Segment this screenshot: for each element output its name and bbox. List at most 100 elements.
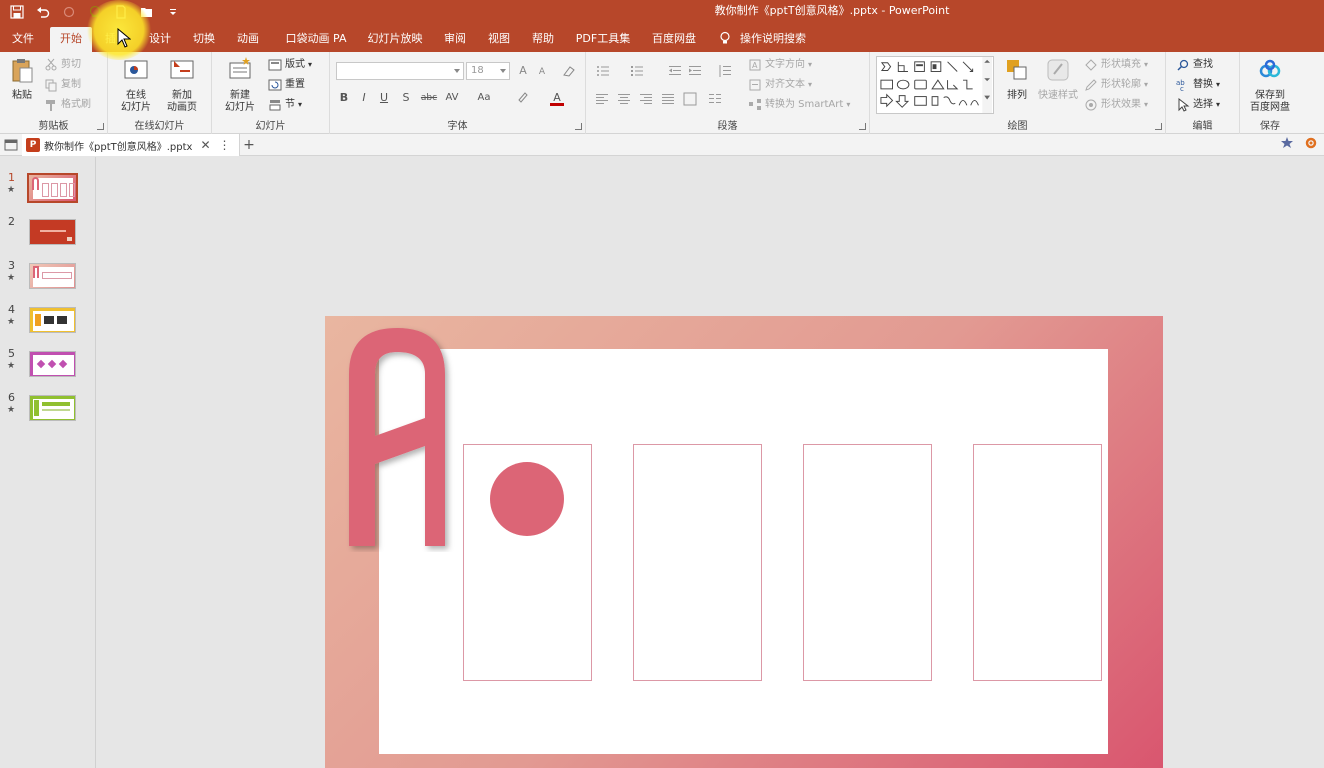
convert-smartart-button[interactable]: 转换为 SmartArt ▾: [748, 96, 850, 114]
numbering-icon[interactable]: [630, 64, 644, 78]
add-tab-button[interactable]: +: [242, 134, 256, 156]
thumb-number-6: 6: [8, 391, 15, 404]
new-file-icon[interactable]: [110, 2, 132, 22]
undo-icon[interactable]: [32, 2, 54, 22]
format-painter-button[interactable]: 格式刷: [44, 96, 91, 114]
slide-thumbnail-1[interactable]: [27, 173, 78, 203]
section-button[interactable]: 节 ▾: [268, 96, 302, 114]
font-color-button[interactable]: A: [550, 90, 564, 106]
shape-effects-button[interactable]: 形状效果 ▾: [1084, 96, 1148, 114]
tab-slideshow[interactable]: 幻灯片放映: [362, 27, 428, 52]
tab-list-icon[interactable]: [4, 138, 18, 152]
editing-group: 查找 ab c 替换 ▾ 选择 ▾ 编辑: [1166, 52, 1240, 134]
font-size-combo[interactable]: 18: [466, 62, 510, 80]
slide-card-3[interactable]: [803, 444, 932, 681]
tab-review[interactable]: 审阅: [438, 27, 472, 52]
slide-thumbnail-4[interactable]: [29, 307, 76, 333]
quick-styles-button[interactable]: 快速样式: [1036, 56, 1080, 102]
drawing-launcher[interactable]: [1155, 123, 1162, 130]
font-name-combo[interactable]: [336, 62, 464, 80]
thumb-animation-star-5: ★: [7, 361, 16, 371]
new-slide-button[interactable]: 新建 幻灯片: [218, 56, 262, 114]
online-slides-group: 在线 幻灯片 新加 动画页 在线幻灯片: [108, 52, 212, 134]
replace-button[interactable]: ab c 替换 ▾: [1176, 76, 1220, 94]
shrink-font-button[interactable]: A: [536, 64, 548, 80]
clipboard-launcher[interactable]: [97, 123, 104, 130]
bullets-icon[interactable]: [596, 64, 610, 78]
slide-thumbnail-3[interactable]: [29, 263, 76, 289]
customize-qat-icon[interactable]: [162, 2, 184, 22]
save-icon[interactable]: [6, 2, 28, 22]
redo-icon[interactable]: [58, 2, 80, 22]
search-icon: [1177, 59, 1189, 71]
tab-design[interactable]: 设计: [142, 27, 178, 52]
tab-transitions[interactable]: 切换: [186, 27, 222, 52]
document-tab[interactable]: P 教你制作《pptT创意风格》.pptx ✕ ⋮: [22, 134, 240, 156]
tab-pdf-tools[interactable]: PDF工具集: [570, 27, 636, 52]
reset-button[interactable]: 重置: [268, 76, 305, 94]
shadow-button[interactable]: S: [400, 90, 412, 106]
tab-baidu-netdisk[interactable]: 百度网盘: [646, 27, 702, 52]
columns-icon[interactable]: [708, 92, 722, 106]
shapes-gallery[interactable]: [876, 56, 994, 114]
tab-more-button[interactable]: ⋮: [219, 138, 231, 152]
copy-button[interactable]: 复制: [44, 76, 81, 94]
font-launcher[interactable]: [575, 123, 582, 130]
tab-animations[interactable]: 动画: [230, 27, 266, 52]
tab-insert[interactable]: 插入: [98, 27, 134, 52]
thumb-animation-star-1: ★: [7, 185, 16, 195]
paragraph-launcher[interactable]: [859, 123, 866, 130]
touch-mode-icon[interactable]: [84, 2, 106, 22]
change-case-button[interactable]: Aa: [474, 90, 494, 106]
new-animation-page-button[interactable]: 新加 动画页: [160, 56, 204, 114]
slide-card-4[interactable]: [973, 444, 1102, 681]
slide-thumbnail-6[interactable]: [29, 395, 76, 421]
thumb-number-3: 3: [8, 259, 15, 272]
italic-button[interactable]: I: [358, 90, 370, 106]
close-tab-button[interactable]: ✕: [200, 138, 210, 152]
line-spacing-icon[interactable]: [718, 64, 732, 78]
shape-outline-button[interactable]: 形状轮廓 ▾: [1084, 76, 1148, 94]
slide-card-2[interactable]: [633, 444, 762, 681]
arrange-button[interactable]: 排列: [1000, 56, 1034, 102]
settings-gear-icon[interactable]: [1304, 136, 1318, 150]
paint-bucket-icon: [1085, 59, 1097, 71]
save-to-baidu-button[interactable]: 保存到 百度网盘: [1246, 56, 1294, 114]
text-direction-button[interactable]: A 文字方向 ▾: [748, 56, 812, 74]
find-button[interactable]: 查找: [1176, 56, 1213, 74]
underline-button[interactable]: U: [378, 90, 390, 106]
replace-icon: abc: [1176, 79, 1185, 92]
select-arrow-icon: [1178, 98, 1190, 112]
clear-format-icon[interactable]: [562, 64, 576, 78]
shape-fill-button[interactable]: 形状填充 ▾: [1084, 56, 1148, 74]
tab-help[interactable]: 帮助: [526, 27, 560, 52]
designer-icon[interactable]: [1280, 136, 1294, 150]
highlight-icon[interactable]: [516, 90, 530, 104]
alignment-icons[interactable]: [596, 92, 714, 106]
strikethrough-button[interactable]: abc: [418, 90, 440, 106]
slide-letter-a-shape[interactable]: [345, 324, 457, 552]
align-text-icon: [749, 79, 761, 91]
paste-button[interactable]: 粘贴: [6, 56, 38, 102]
tab-home[interactable]: 开始: [50, 27, 92, 52]
increase-indent-icon[interactable]: [688, 64, 702, 78]
tell-me-search[interactable]: 操作说明搜索: [738, 27, 808, 52]
slide-canvas[interactable]: [325, 316, 1163, 768]
grow-font-button[interactable]: A: [516, 63, 530, 79]
select-button[interactable]: 选择 ▾: [1176, 96, 1220, 114]
slide-thumbnail-5[interactable]: [29, 351, 76, 377]
slide-thumbnail-2[interactable]: [29, 219, 76, 245]
open-folder-icon[interactable]: [136, 2, 158, 22]
bold-button[interactable]: B: [338, 90, 350, 106]
layout-button[interactable]: 版式 ▾: [268, 56, 312, 74]
slides-group: 新建 幻灯片 版式 ▾ 重置 节 ▾ 幻灯片: [212, 52, 330, 134]
tab-view[interactable]: 视图: [482, 27, 516, 52]
decrease-indent-icon[interactable]: [668, 64, 682, 78]
slide-pink-circle[interactable]: [490, 462, 564, 536]
online-slide-button[interactable]: 在线 幻灯片: [114, 56, 158, 114]
tab-pocket-animation[interactable]: 口袋动画 PA: [280, 27, 352, 52]
tab-file[interactable]: 文件: [6, 27, 40, 52]
cut-button[interactable]: 剪切: [44, 56, 81, 74]
align-text-button[interactable]: 对齐文本 ▾: [748, 76, 812, 94]
char-spacing-button[interactable]: AV: [442, 90, 462, 106]
